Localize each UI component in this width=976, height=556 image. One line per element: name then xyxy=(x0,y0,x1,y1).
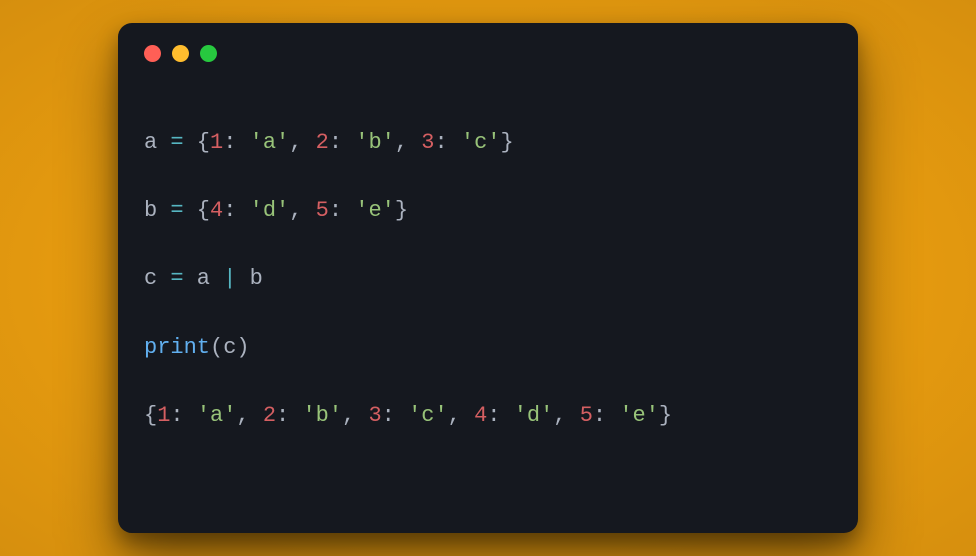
code-token: a xyxy=(144,130,170,155)
code-token: , xyxy=(395,130,421,155)
code-token: 5 xyxy=(580,403,593,428)
code-token: = xyxy=(170,130,183,155)
code-token: 4 xyxy=(210,198,223,223)
code-token: 'a' xyxy=(197,403,237,428)
code-token: } xyxy=(659,403,672,428)
code-token: , xyxy=(342,403,368,428)
code-token: c xyxy=(144,266,170,291)
code-token: : xyxy=(170,403,196,428)
code-token: { xyxy=(184,130,210,155)
code-token: b xyxy=(144,198,170,223)
code-token: (c) xyxy=(210,335,250,360)
code-token: } xyxy=(500,130,513,155)
code-token: 3 xyxy=(421,130,434,155)
code-token: 'b' xyxy=(355,130,395,155)
code-token: 'c' xyxy=(461,130,501,155)
code-token: = xyxy=(170,266,183,291)
code-window: a = {1: 'a', 2: 'b', 3: 'c'} b = {4: 'd'… xyxy=(118,23,858,533)
code-token: 'e' xyxy=(355,198,395,223)
code-token: 'b' xyxy=(302,403,342,428)
code-token: , xyxy=(289,130,315,155)
code-token: 5 xyxy=(316,198,329,223)
code-token: 3 xyxy=(368,403,381,428)
code-token: a xyxy=(184,266,224,291)
code-token: 2 xyxy=(263,403,276,428)
code-token: 'a' xyxy=(250,130,290,155)
code-token: 'e' xyxy=(619,403,659,428)
code-token: , xyxy=(448,403,474,428)
code-line: {1: 'a', 2: 'b', 3: 'c', 4: 'd', 5: 'e'} xyxy=(144,399,832,433)
code-token: { xyxy=(144,403,157,428)
code-line: c = a | b xyxy=(144,262,832,296)
code-token: : xyxy=(329,198,355,223)
code-token: = xyxy=(170,198,183,223)
zoom-icon[interactable] xyxy=(200,45,217,62)
code-token: , xyxy=(236,403,262,428)
window-titlebar xyxy=(118,23,858,74)
code-token: , xyxy=(553,403,579,428)
code-token: | xyxy=(223,266,236,291)
code-token: : xyxy=(593,403,619,428)
code-token: : xyxy=(382,403,408,428)
code-token: 'd' xyxy=(514,403,554,428)
minimize-icon[interactable] xyxy=(172,45,189,62)
code-token: 4 xyxy=(474,403,487,428)
code-token: : xyxy=(223,198,249,223)
code-token: 'd' xyxy=(250,198,290,223)
code-token: : xyxy=(276,403,302,428)
code-token: 'c' xyxy=(408,403,448,428)
code-token: : xyxy=(329,130,355,155)
code-token: : xyxy=(223,130,249,155)
code-line: print(c) xyxy=(144,331,832,365)
code-token: print xyxy=(144,335,210,360)
close-icon[interactable] xyxy=(144,45,161,62)
code-token: } xyxy=(395,198,408,223)
code-line: a = {1: 'a', 2: 'b', 3: 'c'} xyxy=(144,126,832,160)
code-body: a = {1: 'a', 2: 'b', 3: 'c'} b = {4: 'd'… xyxy=(118,74,858,505)
code-token: : xyxy=(434,130,460,155)
code-token: 2 xyxy=(316,130,329,155)
code-token: 1 xyxy=(210,130,223,155)
code-line: b = {4: 'd', 5: 'e'} xyxy=(144,194,832,228)
code-token: , xyxy=(289,198,315,223)
code-token: 1 xyxy=(157,403,170,428)
code-token: b xyxy=(236,266,262,291)
code-token: : xyxy=(487,403,513,428)
code-token: { xyxy=(184,198,210,223)
